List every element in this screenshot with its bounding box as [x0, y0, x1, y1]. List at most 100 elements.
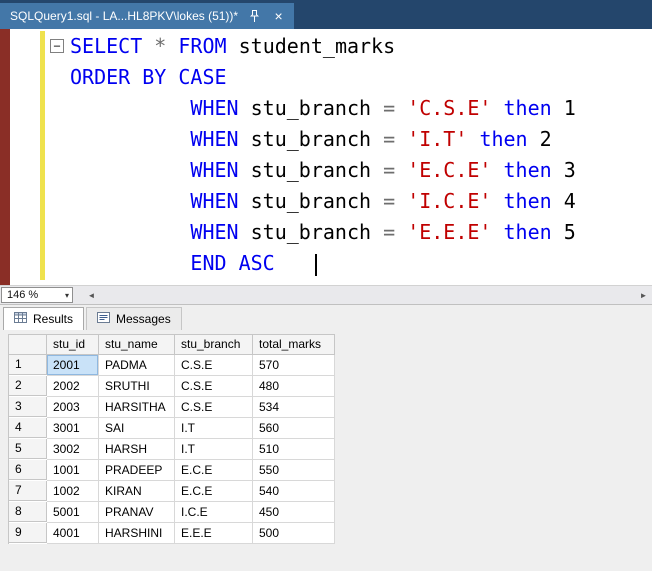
document-tab-bar: SQLQuery1.sql - LA...HL8PKV\lokes (51))*…	[0, 0, 652, 29]
grid-cell[interactable]: PRADEEP	[99, 460, 175, 481]
code-token: =	[383, 158, 408, 182]
code-token: =	[383, 127, 408, 151]
grid-cell[interactable]: HARSITHA	[99, 397, 175, 418]
row-header[interactable]: 6	[9, 460, 47, 480]
grid-cell[interactable]: 480	[253, 376, 335, 397]
grid-cell[interactable]: HARSHINI	[99, 523, 175, 544]
column-header-total_marks[interactable]: total_marks	[253, 335, 335, 355]
grid-cell[interactable]: 500	[253, 523, 335, 544]
code-token: stu_branch	[250, 96, 384, 120]
grid-cell[interactable]: 3001	[47, 418, 99, 439]
grid-cell[interactable]: 2003	[47, 397, 99, 418]
grid-cell[interactable]: 540	[253, 481, 335, 502]
grid-row: 6 1001 PRADEEP E.C.E 550	[9, 460, 335, 481]
zoom-value: 146 %	[7, 289, 39, 301]
grid-cell[interactable]: I.T	[175, 418, 253, 439]
close-icon[interactable]: ×	[271, 8, 286, 24]
code-token: WHEN	[190, 96, 251, 120]
grid-cell[interactable]: 510	[253, 439, 335, 460]
grid-cell[interactable]: C.S.E	[175, 376, 253, 397]
grid-cell[interactable]: 3002	[47, 439, 99, 460]
code-token: 'E.C.E'	[407, 158, 504, 182]
results-grid: stu_id stu_name stu_branch total_marks 1 2001…	[0, 330, 652, 571]
code-token: FROM	[178, 34, 239, 58]
grid-cell[interactable]: KIRAN	[99, 481, 175, 502]
grid-cell[interactable]: C.S.E	[175, 397, 253, 418]
sql-editor[interactable]: − SELECT * FROM student_marks ORDER BY CA…	[0, 29, 652, 285]
messages-icon	[97, 311, 111, 327]
editor-bottom-bar: 146 % ▾ ◄ ►	[0, 285, 652, 304]
grid-cell[interactable]: SRUTHI	[99, 376, 175, 397]
hscroll-track[interactable]	[100, 286, 635, 304]
tab-messages[interactable]: Messages	[86, 307, 182, 330]
code-token: then	[479, 127, 540, 151]
row-header[interactable]: 4	[9, 418, 47, 438]
grid-cell[interactable]: E.C.E	[175, 460, 253, 481]
code-token: WHEN	[190, 220, 251, 244]
grid-cell[interactable]: 570	[253, 355, 335, 376]
code-token: stu_branch	[250, 220, 384, 244]
row-header[interactable]: 8	[9, 502, 47, 522]
code-token: 'I.T'	[407, 127, 480, 151]
row-header[interactable]: 9	[9, 523, 47, 543]
results-pane: Results Messages stu_id stu_name stu_branc…	[0, 304, 652, 571]
grid-cell[interactable]: E.E.E	[175, 523, 253, 544]
document-tab[interactable]: SQLQuery1.sql - LA...HL8PKV\lokes (51))*…	[0, 3, 295, 29]
grid-cell[interactable]: C.S.E	[175, 355, 253, 376]
grid-corner-cell[interactable]	[9, 335, 47, 355]
code-token: then	[503, 189, 564, 213]
grid-cell[interactable]: I.C.E	[175, 502, 253, 523]
column-header-stu_id[interactable]: stu_id	[47, 335, 99, 355]
grid-cell[interactable]: E.C.E	[175, 481, 253, 502]
row-header[interactable]: 1	[9, 355, 47, 375]
code-token: 'I.C.E'	[407, 189, 504, 213]
code-token: 4	[563, 189, 576, 213]
grid-cell[interactable]: SAI	[99, 418, 175, 439]
code-line: WHEN stu_branch = 'C.S.E' then 1	[70, 93, 575, 124]
grid-row: 9 4001 HARSHINI E.E.E 500	[9, 523, 335, 544]
grid-cell[interactable]: HARSH	[99, 439, 175, 460]
code-token: 3	[563, 158, 576, 182]
grid-cell[interactable]: 534	[253, 397, 335, 418]
grid-cell[interactable]: I.T	[175, 439, 253, 460]
code-token: 5	[563, 220, 576, 244]
grid-cell[interactable]: 560	[253, 418, 335, 439]
column-header-stu_name[interactable]: stu_name	[99, 335, 175, 355]
row-header[interactable]: 7	[9, 481, 47, 501]
row-header[interactable]: 2	[9, 376, 47, 396]
grid-cell[interactable]: PRANAV	[99, 502, 175, 523]
row-header[interactable]: 5	[9, 439, 47, 459]
grid-cell[interactable]: 1002	[47, 481, 99, 502]
code-token: stu_branch	[250, 127, 384, 151]
code-line: WHEN stu_branch = 'I.T' then 2	[70, 124, 576, 155]
pin-icon[interactable]	[247, 8, 262, 24]
grid-row: 5 3002 HARSH I.T 510	[9, 439, 335, 460]
tab-results-label: Results	[33, 312, 74, 326]
grid-row: 2 2002 SRUTHI C.S.E 480	[9, 376, 335, 397]
zoom-dropdown[interactable]: 146 % ▾	[1, 287, 73, 303]
grid-cell[interactable]: 1001	[47, 460, 99, 481]
code-token: WHEN	[190, 127, 251, 151]
results-tab-strip: Results Messages	[0, 305, 652, 330]
grid-cell[interactable]: 550	[253, 460, 335, 481]
code-token: stu_branch	[250, 158, 384, 182]
hscroll-right-button[interactable]: ►	[635, 286, 652, 304]
grid-cell[interactable]: PADMA	[99, 355, 175, 376]
grid-cell[interactable]: 5001	[47, 502, 99, 523]
row-header[interactable]: 3	[9, 397, 47, 417]
collapse-region-toggle[interactable]: −	[50, 39, 64, 53]
code-token: 'E.E.E'	[407, 220, 504, 244]
hscroll-left-button[interactable]: ◄	[83, 286, 100, 304]
code-token: END ASC	[190, 251, 275, 275]
column-header-stu_branch[interactable]: stu_branch	[175, 335, 253, 355]
grid-cell[interactable]: 2002	[47, 376, 99, 397]
grid-cell[interactable]: 450	[253, 502, 335, 523]
tab-results[interactable]: Results	[3, 307, 85, 330]
grid-row: 3 2003 HARSITHA C.S.E 534	[9, 397, 335, 418]
grid-row: 4 3001 SAI I.T 560	[9, 418, 335, 439]
grid-cell[interactable]: 2001	[47, 355, 99, 376]
grid-cell[interactable]: 4001	[47, 523, 99, 544]
